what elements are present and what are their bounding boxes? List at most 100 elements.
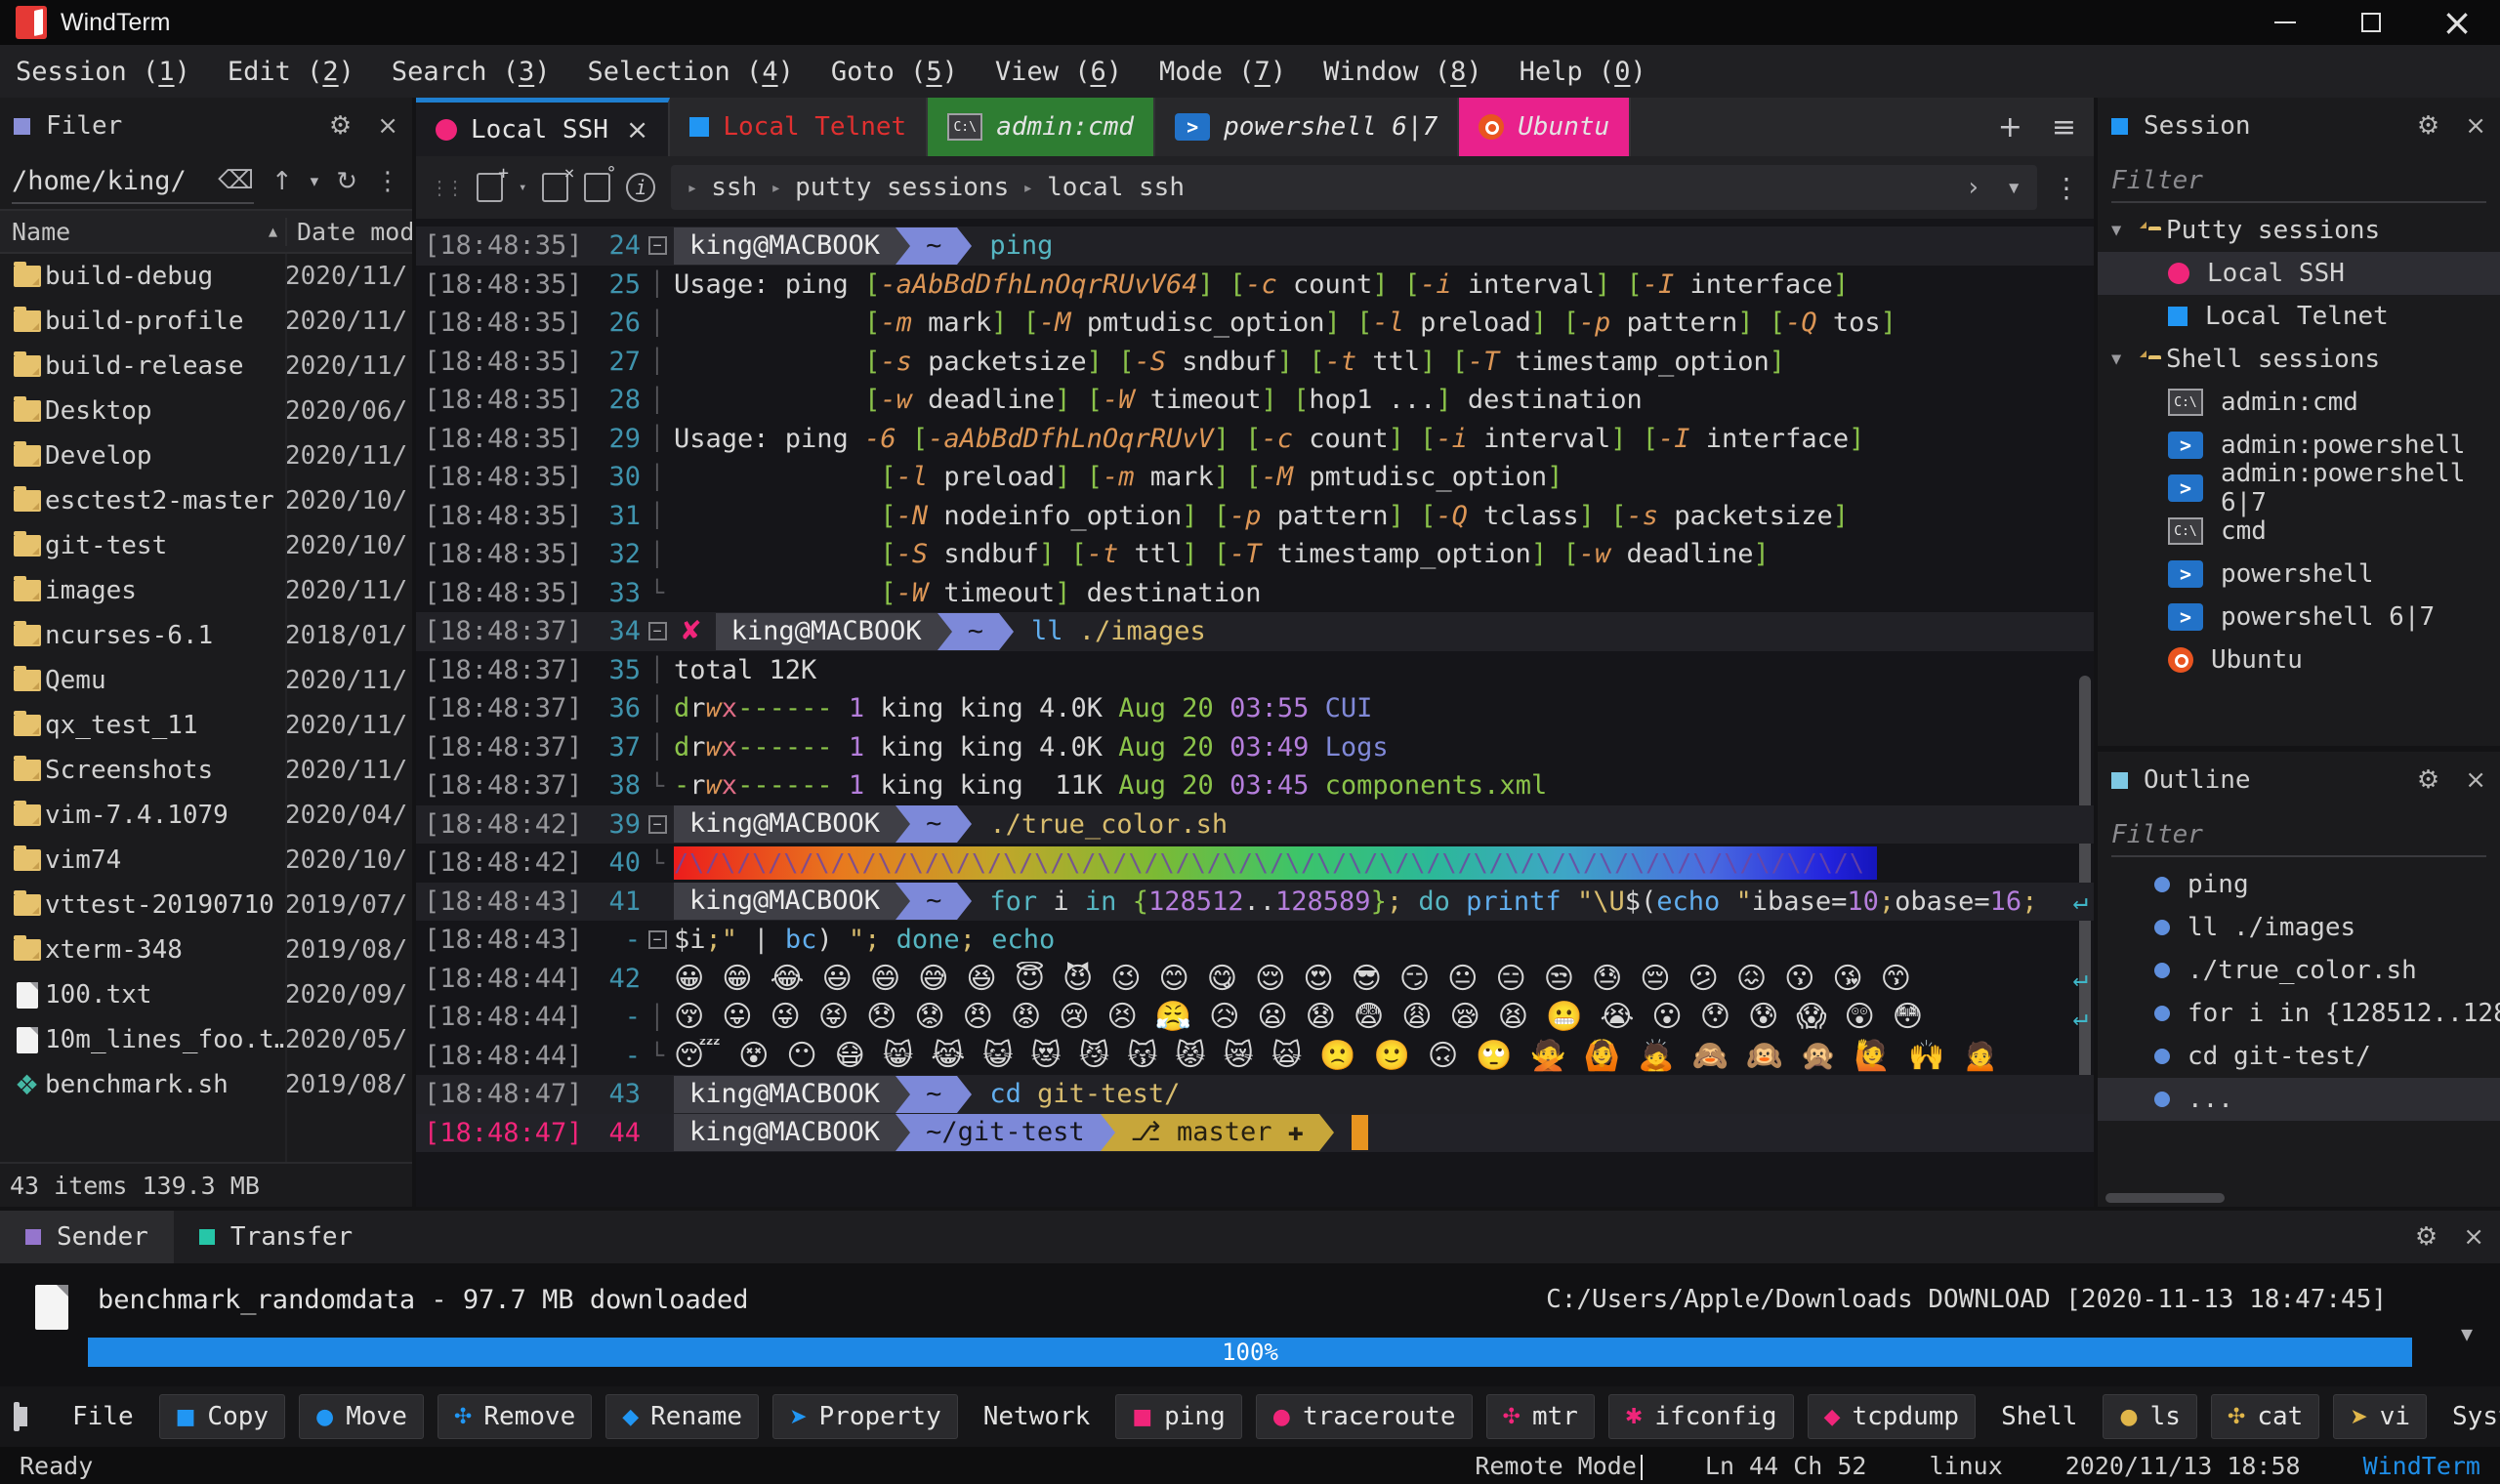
file-row[interactable]: git-test 2020/10/ (0, 523, 412, 568)
session-filter-input[interactable] (2111, 160, 2486, 203)
outline-item[interactable]: ping (2098, 863, 2500, 906)
status-position[interactable]: Ln 44 Ch 52 (1705, 1452, 1867, 1480)
reopen-session-icon[interactable]: ° (584, 163, 616, 202)
transfer-close-icon[interactable]: × (2463, 1222, 2484, 1252)
outline-item[interactable]: ... (2098, 1078, 2500, 1121)
new-session-dropdown-icon[interactable]: ▾ (519, 180, 526, 195)
toolbar-button-mtr[interactable]: ✣ mtr (1485, 1394, 1595, 1439)
terminal-screen[interactable]: [18:48:35] 24− king@MACBOOK ~ ping [18:48:35]… (416, 219, 2094, 1207)
menu-search[interactable]: Search (3) (392, 57, 551, 87)
tab-local-telnet[interactable]: Local Telnet (670, 98, 929, 156)
file-row[interactable]: build-release 2020/11/ (0, 344, 412, 389)
menu-session[interactable]: Session (1) (16, 57, 190, 87)
file-row[interactable]: esctest2-master 2020/10/ (0, 478, 412, 523)
tab-admin-cmd[interactable]: C:\ admin:cmd (928, 98, 1156, 156)
menu-mode[interactable]: Mode (7) (1159, 57, 1286, 87)
menu-selection[interactable]: Selection (4) (588, 57, 794, 87)
info-icon[interactable]: i (626, 173, 656, 202)
status-mode[interactable]: Remote Mode (1475, 1452, 1643, 1480)
transfer-dropdown-icon[interactable]: ▼ (2461, 1322, 2473, 1345)
fold-marker[interactable]: − (641, 814, 674, 834)
session-item[interactable]: Local SSH (2098, 252, 2500, 295)
chevron-down-icon[interactable]: ▼ (2111, 221, 2131, 240)
toolbar-button-move[interactable]: ● Move (299, 1394, 424, 1439)
outline-close-icon[interactable]: × (2465, 765, 2486, 795)
session-group-shell-sessions[interactable]: ▼ Shell sessions (2098, 338, 2500, 381)
file-row[interactable]: Develop 2020/11/ (0, 433, 412, 478)
address-menu-icon[interactable]: ⋮ (2053, 172, 2080, 204)
column-date-modified[interactable]: Date mod (285, 217, 412, 246)
file-row[interactable]: vim74 2020/10/ (0, 838, 412, 883)
fold-collapse-icon[interactable]: − (647, 236, 667, 256)
breadcrumb-segment[interactable]: putty sessions (795, 173, 1009, 202)
filer-close-icon[interactable]: × (377, 111, 398, 141)
file-row[interactable]: 100.txt 2020/09/ (0, 972, 412, 1017)
breadcrumb-segment[interactable]: local ssh (1047, 173, 1185, 202)
transfer-tab-sender[interactable]: Sender (0, 1211, 174, 1263)
fold-marker[interactable]: − (641, 622, 674, 641)
minimize-button[interactable] (2242, 0, 2328, 45)
menu-help[interactable]: Help (0) (1520, 57, 1646, 87)
maximize-button[interactable] (2328, 0, 2414, 45)
clear-path-icon[interactable]: ⌫ (218, 166, 254, 195)
tab-powershell-6-7[interactable]: > powershell 6|7 (1155, 98, 1460, 156)
toolbar-button-cat[interactable]: ✣ cat (2210, 1394, 2320, 1439)
outline-item[interactable]: for i in {128512..128589} (2098, 992, 2500, 1035)
outline-filter-input[interactable] (2111, 814, 2486, 857)
breadcrumb-segment[interactable]: ssh (711, 173, 757, 202)
outline-hscrollbar[interactable] (2105, 1193, 2225, 1203)
toolbar-button-property[interactable]: ➤ Property (772, 1394, 958, 1439)
breadcrumb[interactable]: ▸ ssh ▸ putty sessions ▸ local ssh › ▾ (671, 165, 2037, 210)
new-tab-icon[interactable]: + (1998, 110, 2022, 144)
tab-close-icon[interactable]: × (626, 113, 648, 145)
status-eol[interactable]: linux (1929, 1452, 2002, 1480)
outline-item[interactable]: ./true_color.sh (2098, 949, 2500, 992)
history-dropdown-icon[interactable]: ▾ (2006, 173, 2021, 202)
session-close-icon[interactable]: × (2465, 111, 2486, 141)
outline-item[interactable]: ll ./images (2098, 906, 2500, 949)
menu-window[interactable]: Window (8) (1323, 57, 1482, 87)
file-row[interactable]: 10m_lines_foo.t… 2020/05/ (0, 1017, 412, 1062)
run-chevron-icon[interactable]: › (1966, 173, 1981, 202)
toolbar-button-ifconfig[interactable]: ✱ ifconfig (1607, 1394, 1794, 1439)
file-row[interactable]: Screenshots 2020/11/ (0, 748, 412, 793)
toolbar-button-copy[interactable]: ■ Copy (158, 1394, 286, 1439)
toolbar-button-remove[interactable]: ✣ Remove (437, 1394, 593, 1439)
file-row[interactable]: qx_test_11 2020/11/ (0, 703, 412, 748)
transfer-tab-transfer[interactable]: Transfer (174, 1211, 378, 1263)
drag-handle[interactable]: ⋮⋮ (430, 176, 465, 199)
fold-collapse-icon[interactable]: − (647, 814, 667, 834)
session-group-putty-sessions[interactable]: ▼ Putty sessions (2098, 209, 2500, 252)
toolbar-button-tcpdump[interactable]: ◆ tcpdump (1807, 1394, 1977, 1439)
file-row[interactable]: build-debug 2020/11/ (0, 254, 412, 299)
menu-goto[interactable]: Goto (5) (831, 57, 958, 87)
outline-item[interactable]: cd git-test/ (2098, 1035, 2500, 1078)
file-row[interactable]: Desktop 2020/06/ (0, 389, 412, 433)
toolbar-button-rename[interactable]: ◆ Rename (605, 1394, 760, 1439)
up-directory-icon[interactable]: ↑ (271, 167, 293, 196)
close-button[interactable]: × (2414, 0, 2500, 45)
file-row[interactable]: vim-7.4.1079 2020/04/ (0, 793, 412, 838)
column-name[interactable]: Name ▲ (0, 218, 285, 246)
session-item[interactable]: > admin:powershell 6|7 (2098, 459, 2500, 517)
fold-marker[interactable]: − (641, 930, 674, 950)
outline-settings-icon[interactable]: ⚙ (2417, 765, 2439, 795)
tab-local-ssh[interactable]: Local SSH × (416, 98, 671, 156)
fold-collapse-icon[interactable]: − (647, 930, 667, 950)
file-row[interactable]: xterm-348 2019/08/ (0, 928, 412, 972)
toolbar-button-traceroute[interactable]: ● traceroute (1255, 1394, 1473, 1439)
file-row[interactable]: vttest-20190710 2019/07/ (0, 883, 412, 928)
current-path[interactable]: /home/king/ (12, 166, 218, 196)
path-dropdown-icon[interactable]: ▾ (311, 172, 319, 191)
path-field[interactable]: /home/king/ ⌫ (12, 159, 254, 204)
file-row[interactable]: Qemu 2020/11/ (0, 658, 412, 703)
session-item[interactable]: Local Telnet (2098, 295, 2500, 338)
session-item[interactable]: > powershell (2098, 553, 2500, 596)
session-item[interactable]: C:\ admin:cmd (2098, 381, 2500, 424)
toolbar-button-vi[interactable]: ➤ vi (2333, 1394, 2428, 1439)
transfer-settings-icon[interactable]: ⚙ (2415, 1222, 2438, 1252)
toolbar-button-ping[interactable]: ■ ping (1115, 1394, 1242, 1439)
session-item[interactable]: > powershell 6|7 (2098, 596, 2500, 639)
menu-edit[interactable]: Edit (2) (228, 57, 354, 87)
chevron-down-icon[interactable]: ▼ (2111, 350, 2131, 369)
